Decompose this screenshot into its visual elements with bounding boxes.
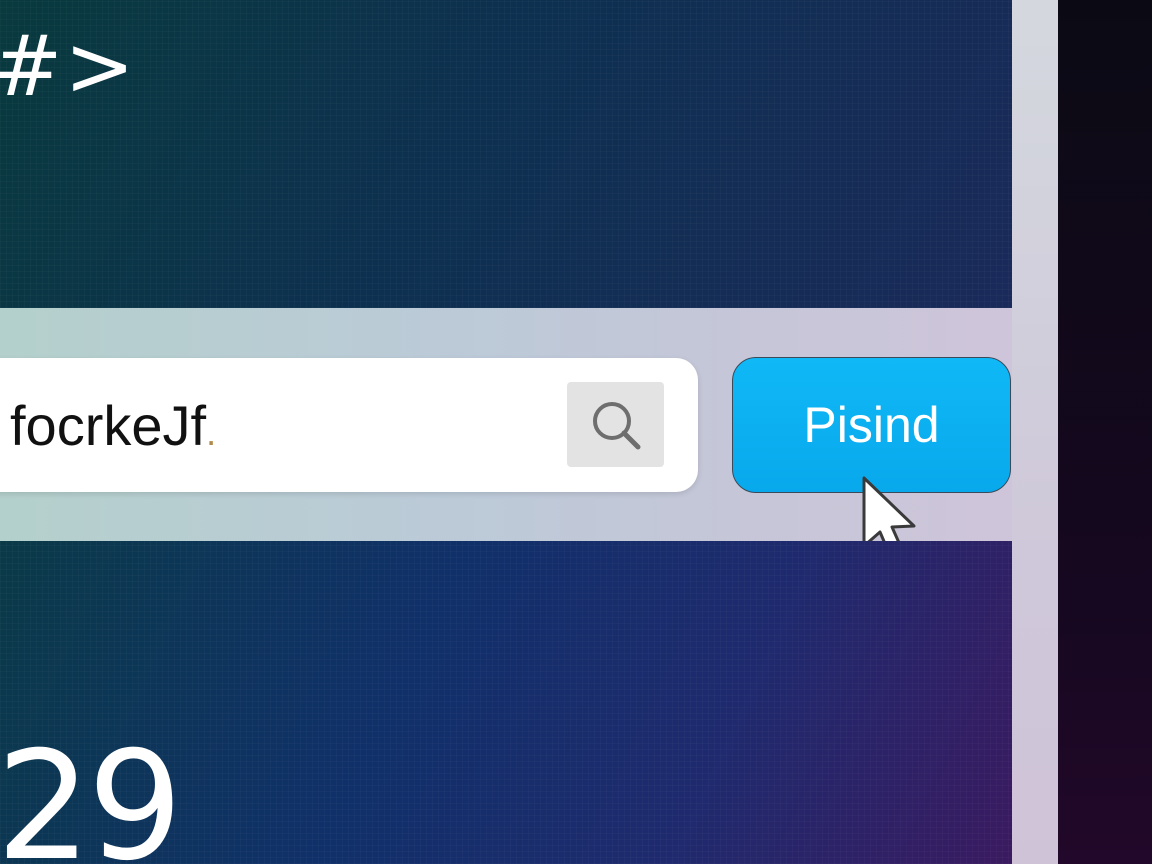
search-input-value[interactable]: focrkeJf. [10, 390, 216, 469]
search-value-text: focrkeJf [10, 394, 207, 457]
search-icon [592, 401, 640, 449]
bottom-number: 29 [0, 720, 183, 864]
search-value-trailing: . [206, 412, 217, 453]
prompt-symbol: #> [0, 17, 137, 115]
screen: #> focrkeJf. Pisind 29 [0, 0, 1152, 864]
bottom-panel: 29 [0, 541, 1012, 864]
right-edge-strip [1058, 0, 1152, 864]
vertical-divider [1012, 0, 1058, 864]
top-panel: #> [0, 0, 1012, 308]
primary-action-button[interactable]: Pisind [732, 357, 1011, 493]
search-button[interactable] [567, 382, 664, 467]
primary-button-label: Pisind [803, 397, 940, 453]
